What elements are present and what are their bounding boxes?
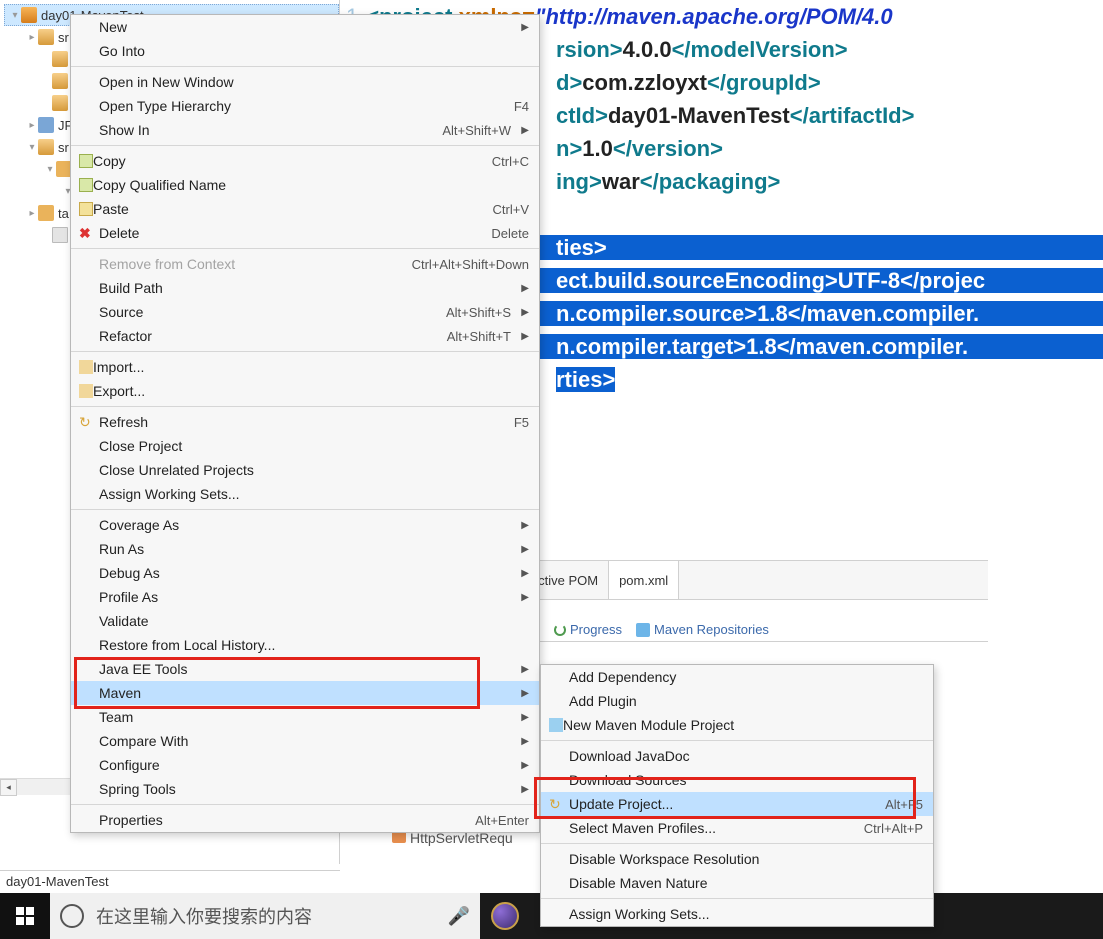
menu-coverage-as[interactable]: Coverage As▶	[71, 513, 539, 537]
menu-new[interactable]: New▶	[71, 15, 539, 39]
paste-icon	[79, 202, 93, 216]
copy-icon	[79, 154, 93, 168]
windows-logo-icon	[16, 907, 34, 925]
menu-new-module[interactable]: New Maven Module Project	[541, 713, 933, 737]
maven-repositories-view-tab[interactable]: Maven Repositories	[636, 622, 769, 637]
menu-paste[interactable]: PasteCtrl+V	[71, 197, 539, 221]
menu-maven[interactable]: Maven▶	[71, 681, 539, 705]
copy-icon	[79, 178, 93, 192]
cortana-icon	[60, 904, 84, 928]
progress-icon	[554, 624, 566, 636]
status-bar: day01-MavenTest	[0, 870, 340, 893]
menu-export[interactable]: Export...	[71, 379, 539, 403]
file-icon	[52, 227, 68, 243]
taskbar-eclipse[interactable]	[480, 893, 530, 939]
menu-show-in[interactable]: Show InAlt+Shift+W▶	[71, 118, 539, 142]
maven-submenu: Add Dependency Add Plugin New Maven Modu…	[540, 664, 934, 927]
menu-download-sources[interactable]: Download Sources	[541, 768, 933, 792]
menu-copy[interactable]: CopyCtrl+C	[71, 149, 539, 173]
menu-assign-working-sets[interactable]: Assign Working Sets...	[71, 482, 539, 506]
menu-import[interactable]: Import...	[71, 355, 539, 379]
menu-configure[interactable]: Configure▶	[71, 753, 539, 777]
menu-profile-as[interactable]: Profile As▶	[71, 585, 539, 609]
menu-update-project[interactable]: ↻Update Project...Alt+F5	[541, 792, 933, 816]
menu-run-as[interactable]: Run As▶	[71, 537, 539, 561]
maven-repo-icon	[636, 623, 650, 637]
maven-module-icon	[549, 718, 563, 732]
tab-pom-xml[interactable]: pom.xml	[609, 561, 679, 599]
source-folder-icon	[52, 73, 68, 89]
menu-team[interactable]: Team▶	[71, 705, 539, 729]
status-project-label: day01-MavenTest	[6, 874, 109, 889]
source-folder-icon	[38, 139, 54, 155]
menu-add-plugin[interactable]: Add Plugin	[541, 689, 933, 713]
source-folder-icon	[38, 29, 54, 45]
refresh-icon: ↻	[79, 414, 99, 430]
menu-debug-as[interactable]: Debug As▶	[71, 561, 539, 585]
menu-javaee-tools[interactable]: Java EE Tools▶	[71, 657, 539, 681]
export-icon	[79, 384, 93, 398]
menu-compare-with[interactable]: Compare With▶	[71, 729, 539, 753]
menu-open-type-hierarchy[interactable]: Open Type HierarchyF4	[71, 94, 539, 118]
menu-disable-maven-nature[interactable]: Disable Maven Nature	[541, 871, 933, 895]
source-folder-icon	[52, 95, 68, 111]
menu-refactor[interactable]: RefactorAlt+Shift+T▶	[71, 324, 539, 348]
menu-source[interactable]: SourceAlt+Shift+S▶	[71, 300, 539, 324]
folder-icon	[38, 205, 54, 221]
delete-icon: ✖	[79, 225, 99, 241]
menu-build-path[interactable]: Build Path▶	[71, 276, 539, 300]
menu-open-new-window[interactable]: Open in New Window	[71, 70, 539, 94]
scroll-left-button[interactable]: ◂	[0, 779, 17, 796]
source-folder-icon	[52, 51, 68, 67]
menu-close-project[interactable]: Close Project	[71, 434, 539, 458]
menu-go-into[interactable]: Go Into	[71, 39, 539, 63]
windows-search-box[interactable]: 在这里输入你要搜索的内容 🎤	[50, 893, 480, 939]
menu-add-dependency[interactable]: Add Dependency	[541, 665, 933, 689]
project-context-menu: New▶ Go Into Open in New Window Open Typ…	[70, 14, 540, 833]
menu-delete[interactable]: ✖DeleteDelete	[71, 221, 539, 245]
menu-download-javadoc[interactable]: Download JavaDoc	[541, 744, 933, 768]
menu-validate[interactable]: Validate	[71, 609, 539, 633]
progress-view-tab[interactable]: Progress	[554, 622, 622, 637]
search-placeholder: 在这里输入你要搜索的内容	[96, 903, 312, 929]
update-icon: ↻	[549, 796, 569, 812]
menu-copy-qualified-name[interactable]: Copy Qualified Name	[71, 173, 539, 197]
menu-refresh[interactable]: ↻RefreshF5	[71, 410, 539, 434]
menu-close-unrelated[interactable]: Close Unrelated Projects	[71, 458, 539, 482]
jre-library-icon	[38, 117, 54, 133]
menu-assign-working-sets[interactable]: Assign Working Sets...	[541, 902, 933, 926]
microphone-icon[interactable]: 🎤	[448, 906, 470, 927]
menu-restore-history[interactable]: Restore from Local History...	[71, 633, 539, 657]
menu-remove-context: Remove from ContextCtrl+Alt+Shift+Down	[71, 252, 539, 276]
selected-text: rties>	[556, 367, 615, 392]
import-icon	[79, 360, 93, 374]
menu-properties[interactable]: PropertiesAlt+Enter	[71, 808, 539, 832]
menu-disable-workspace-resolution[interactable]: Disable Workspace Resolution	[541, 847, 933, 871]
maven-project-icon	[21, 7, 37, 23]
eclipse-icon	[491, 902, 519, 930]
menu-spring-tools[interactable]: Spring Tools▶	[71, 777, 539, 801]
start-button[interactable]	[0, 893, 50, 939]
menu-select-profiles[interactable]: Select Maven Profiles...Ctrl+Alt+P	[541, 816, 933, 840]
